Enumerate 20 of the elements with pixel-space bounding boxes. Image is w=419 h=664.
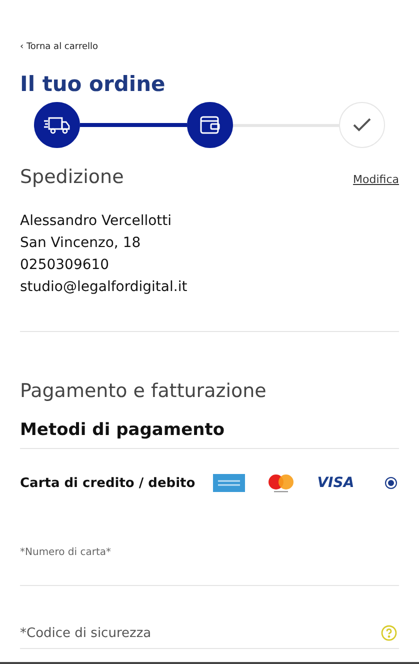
- edit-link[interactable]: Modifica: [353, 173, 399, 186]
- card-logo: VISA: [317, 475, 354, 491]
- page-title: Il tuo ordine: [20, 71, 166, 98]
- input-field[interactable]: *Numero di carta*: [20, 547, 399, 558]
- section-heading: Pagamento e fatturazione: [20, 380, 268, 402]
- radio-button[interactable]: [385, 477, 397, 489]
- card-logo: [213, 474, 246, 492]
- truck-icon: [43, 115, 71, 135]
- address-line: San Vincenzo, 18: [20, 234, 141, 253]
- check-icon: [352, 117, 372, 133]
- section-heading: Spedizione: [20, 166, 124, 188]
- address-line: 0250309610: [20, 256, 110, 275]
- card-logo: [267, 473, 296, 493]
- back-link[interactable]: ‹ Torna al carrello: [20, 42, 98, 52]
- address-line: Alessandro Vercellotti: [20, 212, 172, 231]
- wallet-icon: [198, 115, 220, 135]
- address-line: studio@legalfordigital.it: [20, 278, 188, 297]
- payment-method-label: Carta di credito / debito: [20, 476, 196, 490]
- input-field[interactable]: *Codice di sicurezza: [20, 626, 381, 640]
- subheading: Metodi di pagamento: [20, 420, 226, 440]
